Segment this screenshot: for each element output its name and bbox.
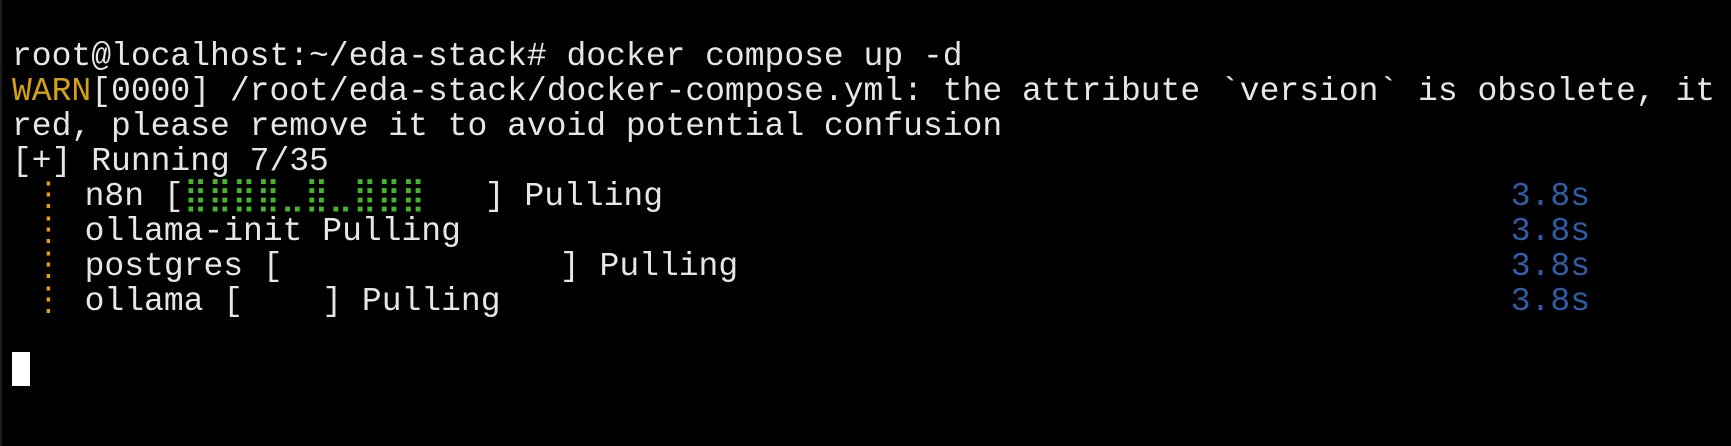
shell-prompt: root@localhost:~/eda-stack# xyxy=(12,38,547,75)
service-name: ollama-init xyxy=(84,213,303,250)
service-name: n8n xyxy=(84,178,145,215)
service-row-ollama-init: ⋮ ollama-init Pulling xyxy=(12,212,461,251)
spinner-icon: ⋮ xyxy=(31,178,65,215)
progress-bar-empty xyxy=(283,248,560,285)
service-status: Pulling xyxy=(504,178,664,215)
elapsed-time: 3.8s xyxy=(1510,213,1590,250)
service-status: Pulling xyxy=(302,213,461,250)
command-text: docker compose up -d xyxy=(546,38,963,75)
command-line: root@localhost:~/eda-stack# docker compo… xyxy=(12,37,963,76)
elapsed-time: 3.8s xyxy=(1510,178,1590,215)
spinner-icon: ⋮ xyxy=(31,248,65,285)
spinner-icon: ⋮ xyxy=(31,213,65,250)
warning-line-2: red, please remove it to avoid potential… xyxy=(12,108,1003,145)
warning-text: [0000] /root/eda-stack/docker-compose.ym… xyxy=(91,73,1716,110)
service-name: postgres xyxy=(84,248,244,285)
elapsed-time: 3.8s xyxy=(1510,283,1590,320)
progress-bar-fill: ⣿⣿⣿⣿⣀⣿⣀⣿⣿⣿ xyxy=(183,178,426,215)
service-name: ollama xyxy=(84,283,204,320)
progress-bar-empty xyxy=(243,283,322,320)
running-status: [+] Running 7/35 xyxy=(12,143,329,180)
elapsed-time: 3.8s xyxy=(1510,248,1590,285)
text-cursor[interactable] xyxy=(12,352,30,386)
terminal-window[interactable]: root@localhost:~/eda-stack# docker compo… xyxy=(0,0,1731,446)
service-status: Pulling xyxy=(342,283,501,320)
warning-line-1: WARN[0000] /root/eda-stack/docker-compos… xyxy=(12,72,1715,111)
warn-prefix: WARN xyxy=(12,73,92,110)
service-status: Pulling xyxy=(579,248,739,285)
spinner-icon: ⋮ xyxy=(31,283,65,320)
service-row-n8n: ⋮ n8n [⣿⣿⣿⣿⣀⣿⣀⣿⣿⣿ ] Pulling xyxy=(31,178,664,215)
window-edge xyxy=(0,0,2,446)
service-row-ollama: ⋮ ollama [ ] Pulling xyxy=(31,283,501,320)
service-row-postgres: ⋮ postgres [ ] Pulling xyxy=(31,248,739,285)
